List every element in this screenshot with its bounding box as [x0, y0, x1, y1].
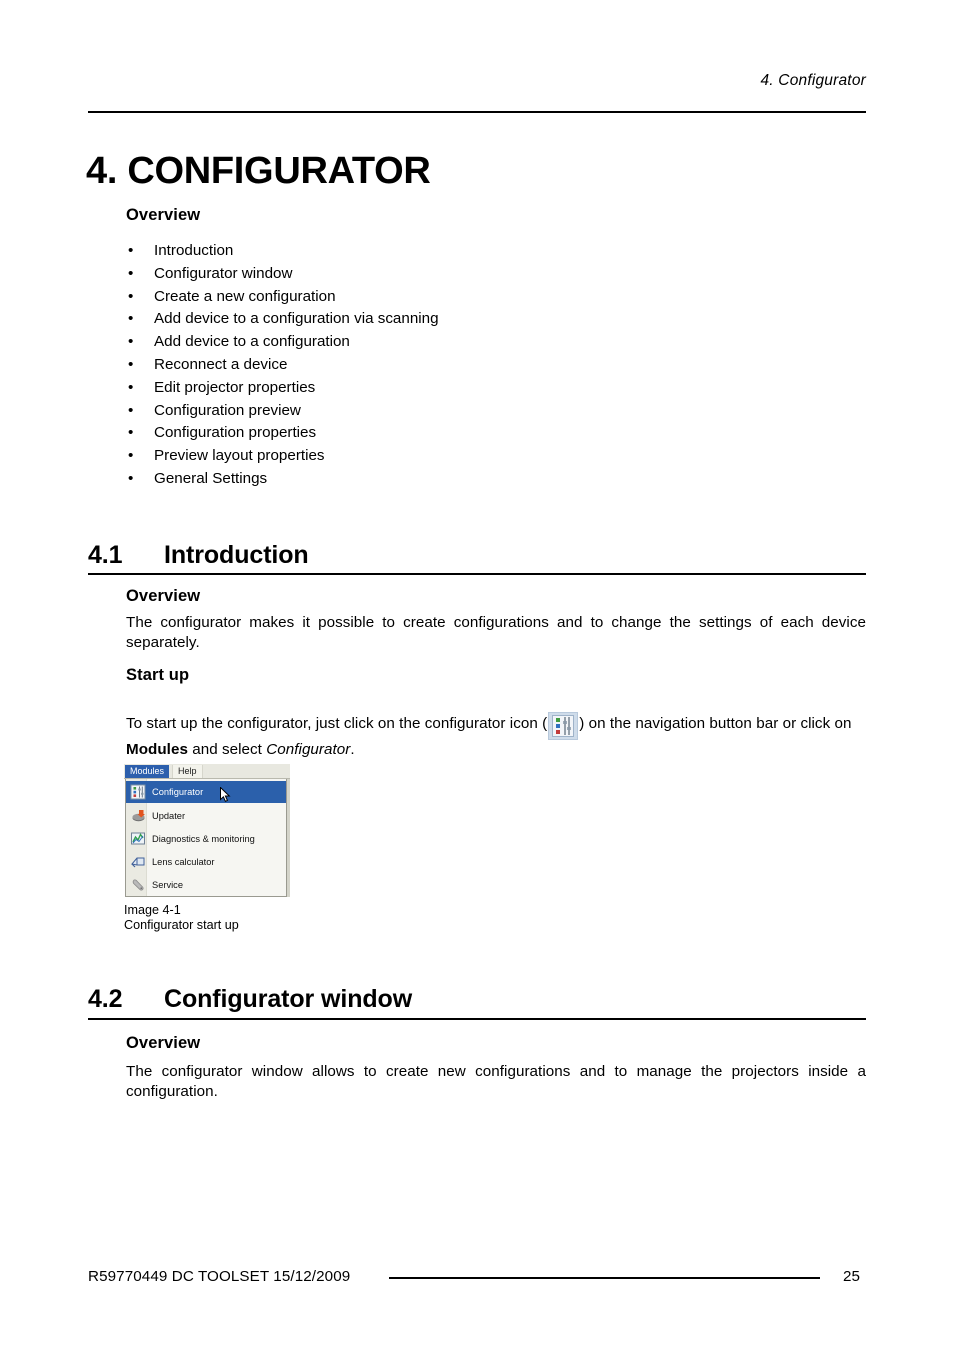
- section-number-4-1: 4.1: [88, 541, 123, 569]
- overview-list-item: • Configuration preview: [126, 400, 826, 423]
- menubar-item-modules[interactable]: Modules: [125, 765, 170, 778]
- overview-list-item-label: Preview layout properties: [154, 447, 325, 465]
- bullet-icon: •: [128, 424, 134, 442]
- footer-page-number: 25: [843, 1268, 860, 1285]
- overview-list-item: • Edit projector properties: [126, 377, 826, 400]
- overview-list-item-label: General Settings: [154, 469, 268, 487]
- startup-body-bold: Modules: [126, 741, 188, 758]
- section-rule-4-2: [88, 1018, 866, 1021]
- document-page: 4. Configurator 4. CONFIGURATOR Overview…: [0, 0, 954, 1350]
- service-wrench-icon: [132, 879, 144, 891]
- overview-list-item-label: Configurator window: [154, 264, 293, 282]
- chapter-title: 4. CONFIGURATOR: [86, 150, 431, 193]
- startup-body-part4: .: [350, 741, 355, 758]
- section-heading-4-2: 4.2 Configurator window: [88, 985, 412, 1014]
- screenshot-right-edge: [287, 779, 290, 897]
- running-header: 4. Configurator: [760, 72, 866, 89]
- menu-item-lens-calculator[interactable]: Lens calculator: [126, 851, 286, 873]
- figure-caption-line2: Configurator start up: [124, 918, 239, 932]
- section-title-4-1: Introduction: [164, 541, 309, 569]
- overview-heading-4-1: Overview: [126, 587, 201, 605]
- menu-item-label-updater: Updater: [152, 811, 186, 821]
- overview-list-item-label: Add device to a configuration via scanni…: [154, 310, 439, 328]
- startup-body-part3: and select: [187, 741, 267, 758]
- overview-list-item: • Configurator window: [126, 263, 826, 286]
- footer-rule: [389, 1277, 820, 1279]
- menu-item-label-diagnostics: Diagnostics & monitoring: [152, 834, 255, 844]
- overview-list-item-label: Reconnect a device: [154, 355, 288, 373]
- overview-list-item-label: Create a new configuration: [154, 287, 336, 305]
- overview-list-item: • Configuration properties: [126, 422, 826, 445]
- configurator-icon: [130, 784, 146, 800]
- menu-item-service[interactable]: Service: [126, 874, 286, 896]
- modules-dropdown-menu: Configurator Updater Diagnostics & monit…: [125, 779, 287, 897]
- bullet-icon: •: [128, 287, 134, 305]
- menu-item-label-configurator: Configurator: [152, 787, 204, 797]
- footer-left: R59770449 DC TOOLSET 15/12/2009: [88, 1268, 351, 1285]
- chapter-overview-heading: Overview: [126, 206, 201, 224]
- bullet-icon: •: [128, 447, 134, 465]
- bullet-icon: •: [128, 378, 134, 396]
- startup-body-part1: To start up the configurator, just click…: [126, 715, 548, 732]
- lens-calculator-icon: [131, 857, 145, 868]
- overview-heading-4-2: Overview: [126, 1034, 201, 1052]
- overview-list-item-label: Edit projector properties: [154, 378, 316, 396]
- startup-body-part2: ) on the navigation button bar or click …: [579, 715, 852, 732]
- diagnostics-icon: [131, 832, 145, 845]
- bullet-icon: •: [128, 310, 134, 328]
- modules-menu-screenshot: Modules Help Configurator Updater Diagno…: [124, 764, 290, 899]
- menubar-item-help[interactable]: Help: [172, 765, 203, 778]
- mouse-cursor-icon: [220, 787, 231, 802]
- overview-body-4-1: The configurator makes it possible to cr…: [126, 614, 866, 651]
- screenshot-menubar: Modules Help: [124, 764, 290, 779]
- bullet-icon: •: [128, 242, 134, 259]
- menu-item-label-lens-calculator: Lens calculator: [152, 857, 215, 867]
- updater-icon: [132, 810, 145, 822]
- menu-item-configurator[interactable]: Configurator: [126, 781, 286, 803]
- bullet-icon: •: [128, 469, 134, 487]
- header-rule: [88, 111, 866, 114]
- overview-list-item: • Add device to a configuration: [126, 331, 826, 354]
- configurator-icon: [548, 712, 579, 740]
- overview-list-item: • Introduction: [126, 240, 826, 263]
- overview-list-item: • General Settings: [126, 468, 826, 491]
- bullet-icon: •: [128, 401, 134, 419]
- startup-body-italic: Configurator: [266, 741, 351, 758]
- startup-heading: Start up: [126, 666, 190, 684]
- overview-list-item: • Reconnect a device: [126, 354, 826, 377]
- menu-item-diagnostics[interactable]: Diagnostics & monitoring: [126, 828, 286, 850]
- figure-caption-line1: Image 4-1: [124, 903, 181, 917]
- overview-list-item-label: Configuration properties: [154, 424, 317, 442]
- chapter-overview-list: • Introduction • Configurator window • Create…: [126, 240, 826, 491]
- menu-item-label-service: Service: [152, 880, 184, 890]
- overview-list-item-label: Add device to a configuration: [154, 333, 350, 351]
- startup-body: To start up the configurator, just click…: [126, 712, 866, 760]
- overview-list-item-label: Introduction: [154, 242, 234, 259]
- overview-list-item: • Add device to a configuration via scann…: [126, 308, 826, 331]
- configurator-icon-glyph: [556, 717, 572, 735]
- bullet-icon: •: [128, 355, 134, 373]
- overview-body-4-2: The configurator window allows to create…: [126, 1063, 866, 1100]
- section-title-4-2: Configurator window: [164, 985, 413, 1013]
- overview-list-item-label: Configuration preview: [154, 401, 301, 419]
- section-number-4-2: 4.2: [88, 985, 123, 1013]
- menu-item-updater[interactable]: Updater: [126, 805, 286, 827]
- bullet-icon: •: [128, 264, 134, 282]
- section-rule-4-1: [88, 573, 866, 576]
- overview-list-item: • Create a new configuration: [126, 286, 826, 309]
- section-heading-4-1: 4.1 Introduction: [88, 541, 309, 570]
- bullet-icon: •: [128, 333, 134, 351]
- overview-list-item: • Preview layout properties: [126, 445, 826, 468]
